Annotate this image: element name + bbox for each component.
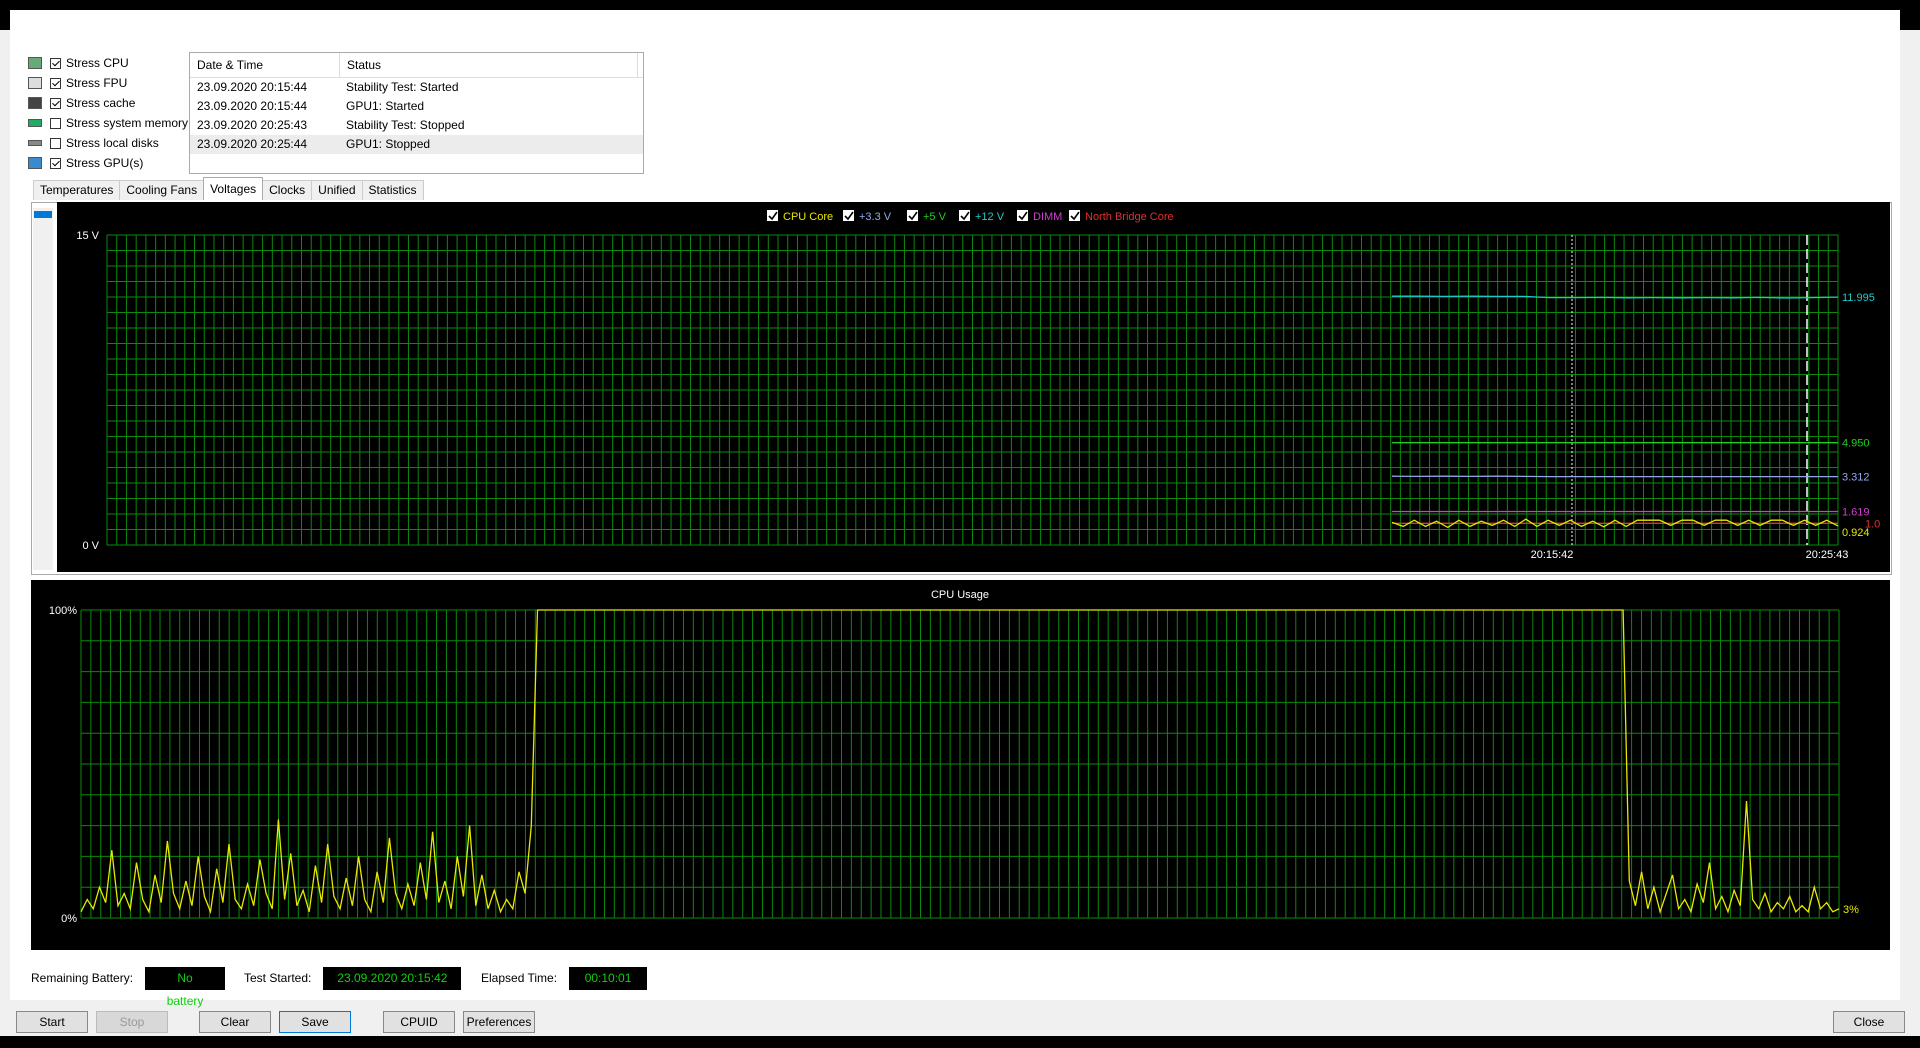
preferences-button[interactable]: Preferences [463, 1011, 535, 1033]
chart-scrollbar[interactable] [33, 208, 53, 570]
start-button[interactable]: Start [16, 1011, 88, 1033]
log-cell-datetime: 23.09.2020 20:25:44 [197, 137, 308, 151]
stress-cache-label: Stress cache [66, 96, 136, 110]
save-button[interactable]: Save [279, 1011, 351, 1033]
x-tick-label: 20:15:42 [1531, 549, 1574, 561]
stress-memory-checkbox[interactable] [50, 117, 61, 129]
battery-value: No battery [145, 966, 226, 1008]
cache-icon [28, 97, 42, 109]
log-header-status[interactable]: Status [340, 53, 638, 77]
cpuid-button[interactable]: CPUID [383, 1011, 455, 1033]
stress-memory-label: Stress system memory [66, 116, 189, 130]
stress-gpu-label: Stress GPU(s) [66, 156, 144, 170]
stress-disks-checkbox[interactable] [50, 137, 61, 149]
tab-statistics[interactable]: Statistics [361, 180, 424, 200]
stress-cache-checkbox[interactable] [50, 97, 61, 109]
y-axis-max-label: 100% [49, 605, 77, 617]
fpu-icon [28, 77, 42, 89]
stress-option-fpu[interactable]: Stress FPU [28, 73, 208, 93]
test-started-value: 23.09.2020 20:15:42 [323, 966, 462, 990]
series-value-label: 0.924 [1842, 527, 1870, 539]
gpu-icon [28, 157, 42, 169]
table-row[interactable]: 23.09.2020 20:25:43 Stability Test: Stop… [190, 116, 643, 135]
table-row[interactable]: 23.09.2020 20:25:44 GPU1: Stopped [190, 135, 643, 154]
y-axis-min-label: 0% [61, 913, 77, 925]
legend-item: CPU Core [783, 211, 833, 223]
stress-option-memory[interactable]: Stress system memory [28, 113, 208, 133]
log-cell-datetime: 23.09.2020 20:15:44 [197, 80, 308, 94]
stress-fpu-label: Stress FPU [66, 76, 128, 90]
cpu-usage-value-label: 3% [1843, 904, 1859, 916]
elapsed-time-status: Elapsed Time: 00:10:01 [481, 966, 648, 990]
series-value-label: 3.312 [1842, 472, 1870, 484]
log-cell-status: Stability Test: Stopped [346, 118, 465, 132]
tab-cooling-fans[interactable]: Cooling Fans [119, 180, 205, 200]
elapsed-value: 00:10:01 [569, 966, 648, 990]
tab-bar: Temperatures Cooling Fans Voltages Clock… [33, 177, 424, 203]
stress-option-cpu[interactable]: Stress CPU [28, 53, 208, 73]
tab-voltages[interactable]: Voltages [203, 177, 264, 200]
y-axis-max-label: 15 V [76, 230, 99, 242]
legend-item: North Bridge Core [1085, 211, 1174, 223]
battery-label: Remaining Battery: [31, 971, 134, 985]
event-log-table[interactable]: Date & Time Status 23.09.2020 20:15:44 S… [189, 52, 644, 174]
table-row[interactable]: 23.09.2020 20:15:44 GPU1: Started [190, 97, 643, 116]
stress-option-disks[interactable]: Stress local disks [28, 133, 208, 153]
stress-option-cache[interactable]: Stress cache [28, 93, 208, 113]
stress-cpu-checkbox[interactable] [50, 57, 61, 69]
y-axis-min-label: 0 V [82, 540, 99, 552]
x-tick-label: 20:25:43 [1806, 549, 1849, 561]
tab-clocks[interactable]: Clocks [262, 180, 313, 200]
scrollbar-thumb[interactable] [34, 211, 52, 218]
log-header-datetime[interactable]: Date & Time [190, 53, 340, 77]
tab-temperatures[interactable]: Temperatures [33, 180, 121, 200]
chart-title: CPU Usage [931, 589, 989, 601]
test-started-label: Test Started: [244, 971, 312, 985]
log-cell-datetime: 23.09.2020 20:15:44 [197, 99, 308, 113]
stress-fpu-checkbox[interactable] [50, 77, 61, 89]
legend-item: +12 V [975, 211, 1005, 223]
voltage-chart-svg: 15 V 0 V CPU Core +3.3 V +5 V +12 V DIMM North … [76, 210, 1880, 561]
stop-button[interactable]: Stop [96, 1011, 168, 1033]
battery-status: Remaining Battery: No battery [31, 966, 226, 1008]
disk-icon [28, 140, 42, 146]
stress-gpu-checkbox[interactable] [50, 157, 61, 169]
log-cell-datetime: 23.09.2020 20:25:43 [197, 118, 308, 132]
stress-option-gpu[interactable]: Stress GPU(s) [28, 153, 208, 173]
log-cell-status: Stability Test: Started [346, 80, 459, 94]
legend-item: DIMM [1033, 211, 1062, 223]
legend-item: +5 V [923, 211, 947, 223]
elapsed-label: Elapsed Time: [481, 971, 558, 985]
series-value-label: 11.995 [1842, 292, 1875, 304]
tab-unified[interactable]: Unified [311, 180, 363, 200]
close-button[interactable]: Close [1833, 1011, 1905, 1033]
cpu-icon [28, 57, 42, 69]
series-value-label: 1.619 [1842, 507, 1870, 519]
cpu-usage-chart: CPU Usage 100% 0% 3% [31, 580, 1890, 950]
log-cell-status: GPU1: Started [346, 99, 425, 113]
series-value-label: 4.950 [1842, 438, 1870, 450]
cpu-usage-chart-svg: CPU Usage 100% 0% 3% [49, 589, 1859, 925]
legend-item: +3.3 V [859, 211, 892, 223]
clear-button[interactable]: Clear [199, 1011, 271, 1033]
stress-disks-label: Stress local disks [66, 136, 159, 150]
stress-cpu-label: Stress CPU [66, 56, 129, 70]
log-cell-status: GPU1: Stopped [346, 137, 431, 151]
table-row[interactable]: 23.09.2020 20:15:44 Stability Test: Star… [190, 78, 643, 97]
voltage-chart: 15 V 0 V CPU Core +3.3 V +5 V +12 V DIMM North … [57, 202, 1890, 572]
test-started-status: Test Started: 23.09.2020 20:15:42 [244, 966, 462, 990]
memory-icon [28, 119, 42, 127]
log-header: Date & Time Status [190, 53, 643, 78]
